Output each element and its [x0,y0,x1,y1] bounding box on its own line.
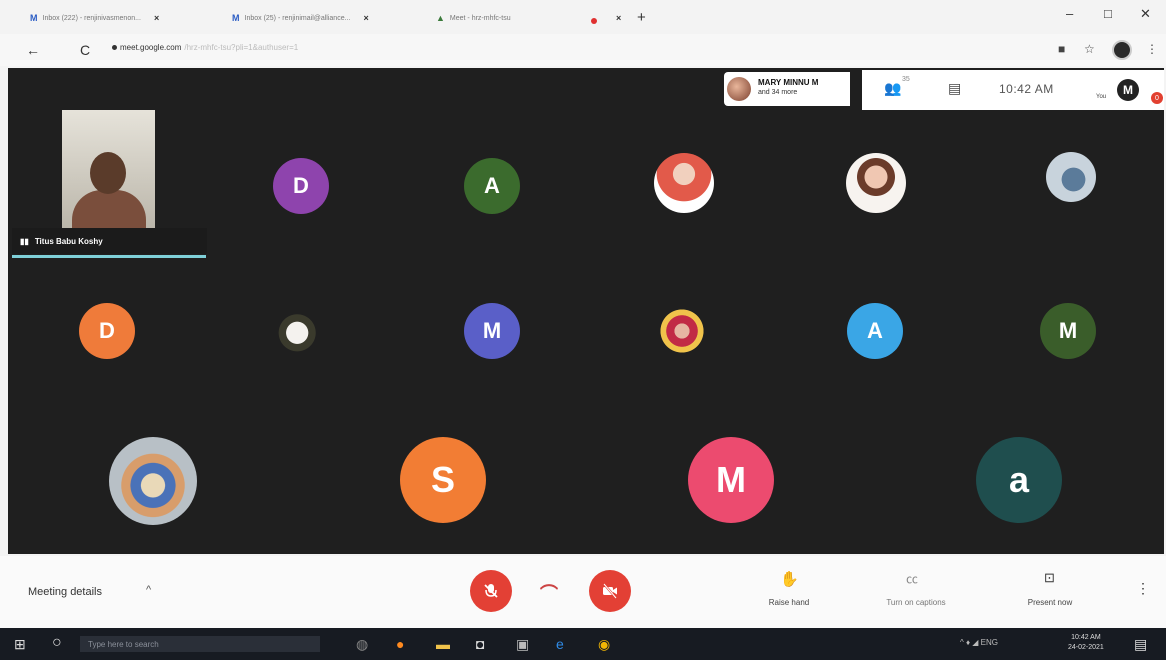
presenter-avatar [727,77,751,101]
participant-avatar[interactable]: D [79,303,135,359]
participant-photo[interactable] [272,302,328,358]
captions-label[interactable]: Turn on captions [862,598,970,607]
your-avatar[interactable]: M [1117,79,1139,101]
minimize-button[interactable]: – [1066,6,1073,21]
present-now-label[interactable]: Present now [1010,598,1090,607]
windows-start-icon[interactable]: ⊞ [14,636,26,653]
camera-icon[interactable]: ■ [1058,42,1065,56]
meet-icon: ▲ [436,13,445,23]
self-video-tile[interactable] [62,110,155,234]
meeting-time: 10:42 AM [999,82,1054,96]
recording-dot-icon [591,18,597,24]
participant-avatar[interactable]: D [273,158,329,214]
url-path: /hrz-mhfc-tsu?pli=1&authuser=1 [184,43,299,52]
meeting-details-button[interactable]: Meeting details [28,586,102,598]
gmail-icon: M [232,13,240,23]
participant-avatar[interactable]: M [1040,303,1096,359]
tab-title: Inbox (25) - renjinimail@alliance... [244,14,351,22]
participant-photo[interactable] [109,437,197,525]
presenter-name: MARY MINNU M [758,78,819,87]
windows-taskbar: ⊞ ○ Type here to search ◍ ● ▬ ◘ ▣ e ◉ ^ … [0,628,1166,660]
audio-level-icon: ▮▮ [20,236,29,246]
mic-off-button[interactable] [470,570,512,612]
participant-photo[interactable] [1046,152,1096,202]
tab-meet[interactable]: ▲ Meet - hrz-mhfc-tsu [436,9,511,27]
self-name: Titus Babu Koshy [34,236,103,246]
captions-icon[interactable]: ㏄ [906,570,918,587]
taskbar-clock[interactable]: 10:42 AM 24-02-2021 [1068,633,1104,653]
person-head [90,152,126,194]
clock-date: 24-02-2021 [1068,644,1104,651]
chevron-up-icon[interactable]: ^ [146,584,151,596]
close-window-button[interactable]: ✕ [1140,6,1151,22]
camera-off-button[interactable] [589,570,631,612]
lock-icon [112,45,117,50]
more-options-icon[interactable]: ⋮ [1136,580,1150,597]
participant-avatar[interactable]: A [847,303,903,359]
raise-hand-icon[interactable]: ✋ [780,570,799,588]
tab-title: Inbox (222) - renjinivasmenon... [42,14,141,22]
system-tray[interactable]: ^ ♦ ◢ ENG [960,638,998,647]
self-name-strip: ▮▮ Titus Babu Koshy [12,228,207,254]
meeting-control-bar: Meeting details ^ ⌒ ✋ Raise hand ㏄ Turn … [0,556,1166,628]
participant-count-badge: 35 [902,76,910,83]
reload-button[interactable]: C [80,42,90,58]
participant-avatar[interactable]: M [688,437,774,523]
close-tab-icon[interactable]: × [616,13,621,23]
url-host: meet.google.com [120,43,182,52]
address-bar: ← C meet.google.com /hrz-mhfc-tsu?pli=1&… [0,34,1166,66]
store-icon[interactable]: ◘ [476,636,484,652]
meeting-top-panel: 👥 35 ▤ 10:42 AM You M 0 [862,70,1164,110]
notification-badge: 0 [1151,92,1163,104]
file-explorer-icon[interactable]: ▬ [436,636,450,652]
participant-photo[interactable] [654,153,714,213]
close-tab-icon[interactable]: × [363,13,368,23]
firefox-icon[interactable]: ● [396,636,404,652]
browser-profile-avatar[interactable] [1112,40,1132,60]
back-button[interactable]: ← [26,42,40,58]
hang-up-button[interactable]: ⌒ [540,580,558,606]
tab-title: Meet - hrz-mhfc-tsu [449,14,511,22]
you-label: You [1096,94,1107,100]
participant-avatar[interactable]: M [464,303,520,359]
tab-inbox-1[interactable]: M Inbox (222) - renjinivasmenon... × [30,9,159,27]
participant-photo[interactable] [653,302,711,360]
close-tab-icon[interactable]: × [154,13,159,23]
chrome-icon[interactable]: ◉ [598,636,610,653]
participant-avatar[interactable]: A [464,158,520,214]
speaking-indicator [12,255,206,258]
people-icon[interactable]: 👥 [884,80,901,97]
task-view-icon[interactable]: ◍ [356,636,368,653]
mic-off-icon [484,584,498,598]
participants-chip[interactable]: MARY MINNU M and 34 more [724,72,850,106]
browser-menu-icon[interactable]: ⋮ [1146,42,1158,56]
chat-icon[interactable]: ▤ [948,80,961,97]
presenter-more: and 34 more [758,89,798,96]
present-icon[interactable]: ⊡ [1044,570,1055,586]
taskbar-search-input[interactable]: Type here to search [80,636,320,652]
raise-hand-label[interactable]: Raise hand [754,598,824,607]
app-icon[interactable]: ▣ [516,636,529,653]
participant-avatar[interactable]: a [976,437,1062,523]
maximize-button[interactable]: □ [1104,6,1112,21]
tab-inbox-2[interactable]: M Inbox (25) - renjinimail@alliance... × [232,9,369,27]
notifications-icon[interactable]: ▤ [1134,636,1147,653]
clock-time: 10:42 AM [1071,634,1101,641]
url-field[interactable]: meet.google.com /hrz-mhfc-tsu?pli=1&auth… [112,43,298,52]
browser-tab-bar: M Inbox (222) - renjinivasmenon... × M I… [0,0,1166,34]
cortana-icon[interactable]: ○ [52,634,62,652]
new-tab-button[interactable]: + [637,9,646,26]
participant-photo[interactable] [846,153,906,213]
star-icon[interactable]: ☆ [1084,42,1095,56]
edge-icon[interactable]: e [556,636,564,652]
gmail-icon: M [30,13,38,23]
camera-off-icon [603,583,617,599]
participant-avatar[interactable]: S [400,437,486,523]
